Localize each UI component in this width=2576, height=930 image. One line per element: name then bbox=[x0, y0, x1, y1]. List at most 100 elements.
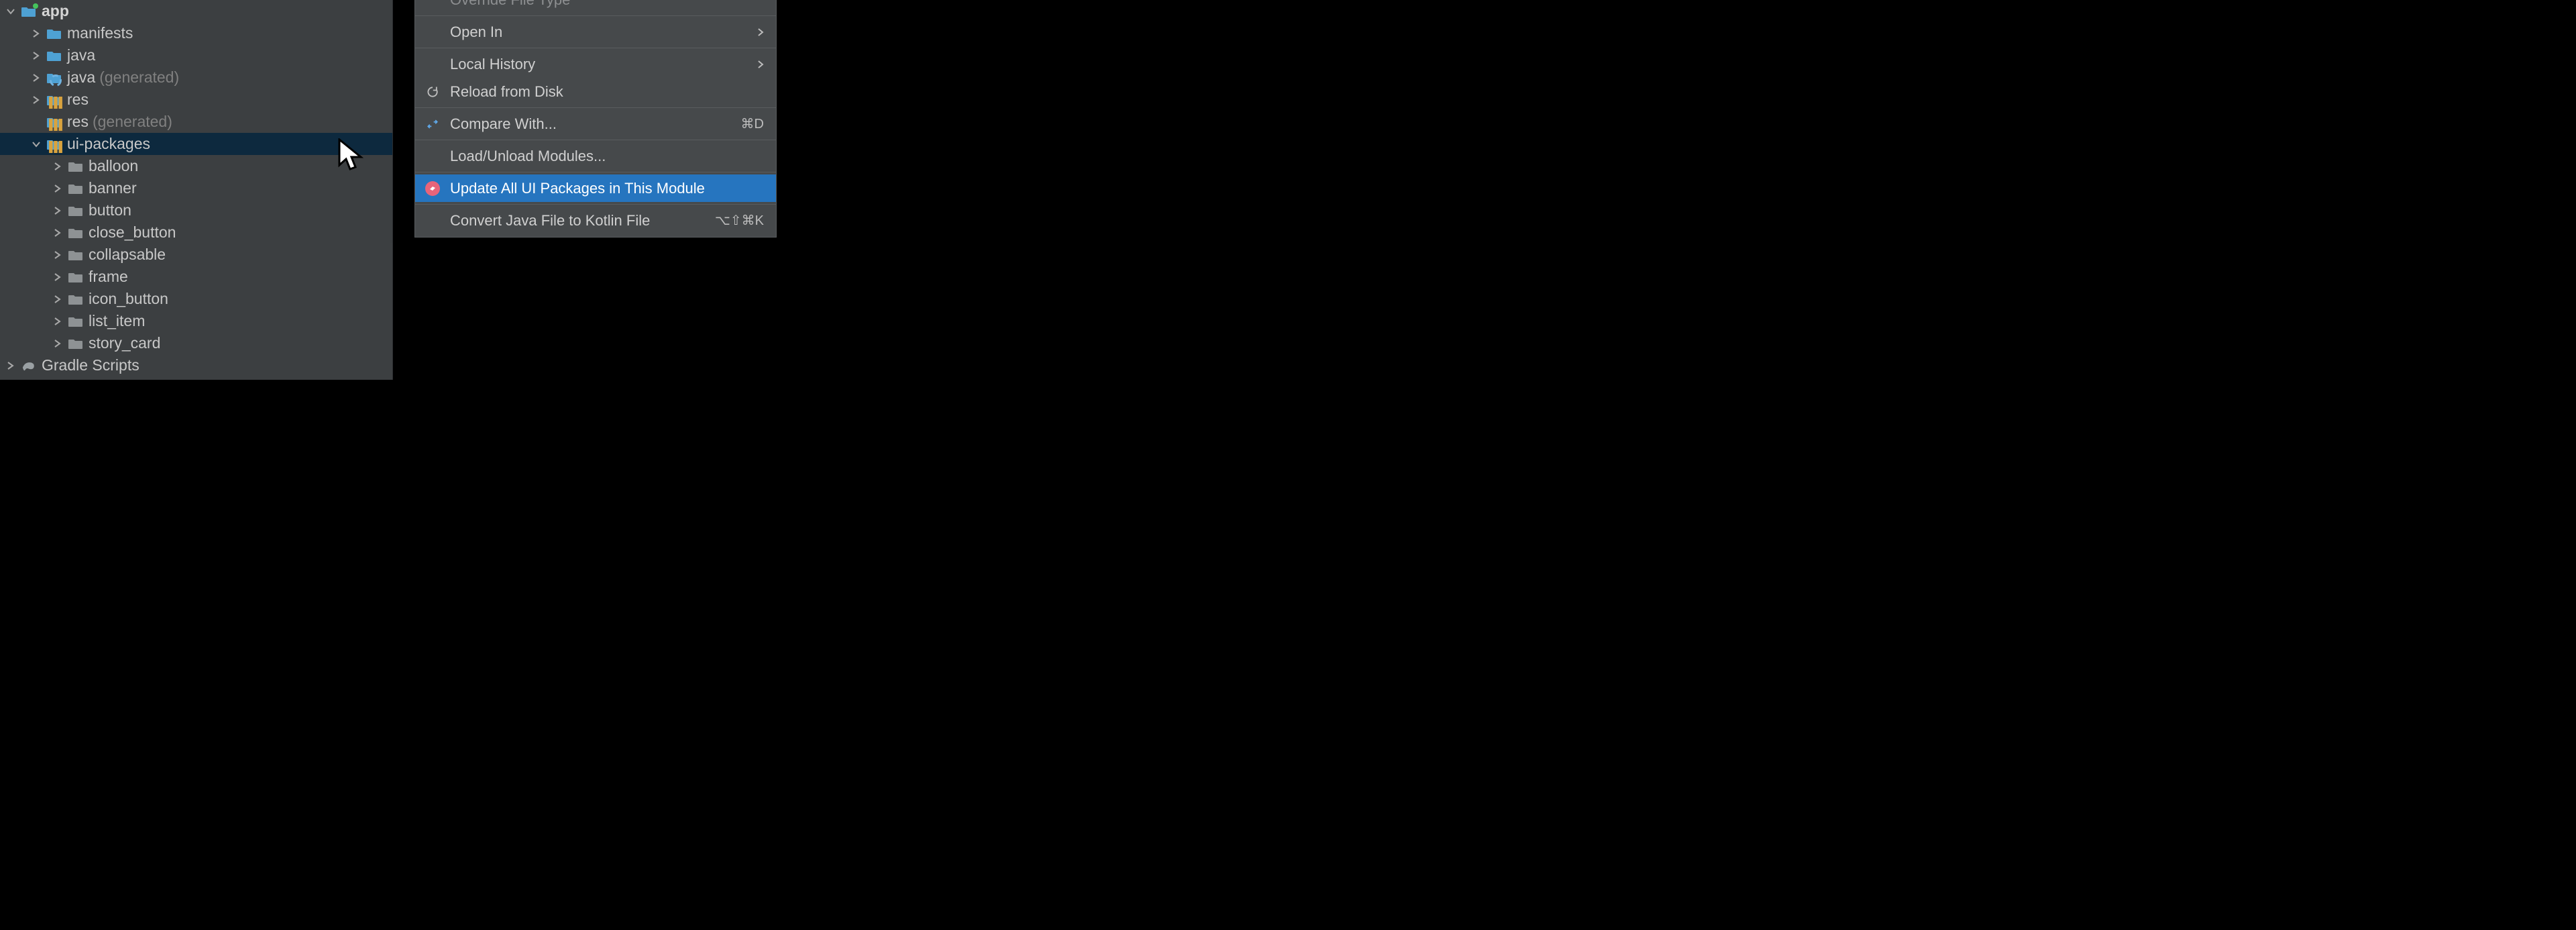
tree-label: close_button bbox=[89, 223, 176, 242]
tree-node-story-card[interactable]: story_card bbox=[0, 332, 392, 354]
resource-folder-icon bbox=[47, 137, 62, 152]
chevron-right-icon[interactable] bbox=[31, 74, 42, 82]
resource-folder-icon bbox=[47, 115, 62, 130]
tree-label: Gradle Scripts bbox=[42, 356, 139, 374]
tree-suffix: (generated) bbox=[99, 68, 179, 87]
tree-node-banner[interactable]: banner bbox=[0, 177, 392, 199]
chevron-right-icon[interactable] bbox=[52, 251, 63, 259]
folder-icon bbox=[68, 270, 83, 285]
menu-label: Compare With... bbox=[450, 115, 741, 133]
menu-item-convert-to-kotlin[interactable]: Convert Java File to Kotlin File ⌥⇧⌘K bbox=[415, 207, 776, 234]
submenu-arrow-icon bbox=[757, 56, 764, 73]
tree-node-list-item[interactable]: list_item bbox=[0, 310, 392, 332]
tree-label: ui-packages bbox=[67, 135, 150, 153]
chevron-right-icon[interactable] bbox=[52, 185, 63, 193]
menu-shortcut: ⌥⇧⌘K bbox=[715, 212, 764, 229]
tree-label: java bbox=[67, 68, 95, 87]
tree-label: icon_button bbox=[89, 290, 168, 308]
tree-label: list_item bbox=[89, 312, 145, 330]
folder-icon bbox=[47, 26, 62, 41]
tree-label: balloon bbox=[89, 157, 138, 175]
generated-folder-icon bbox=[47, 70, 62, 85]
menu-label: Load/Unload Modules... bbox=[450, 148, 764, 165]
resource-folder-icon bbox=[47, 93, 62, 107]
chevron-right-icon[interactable] bbox=[31, 96, 42, 104]
tree-label: manifests bbox=[67, 24, 133, 42]
menu-item-load-unload-modules[interactable]: Load/Unload Modules... bbox=[415, 142, 776, 170]
tree-label: banner bbox=[89, 179, 137, 197]
menu-label: Convert Java File to Kotlin File bbox=[450, 212, 715, 229]
gradle-icon bbox=[21, 358, 36, 373]
chevron-right-icon[interactable] bbox=[52, 162, 63, 170]
chevron-down-icon[interactable] bbox=[31, 140, 42, 148]
menu-item-local-history[interactable]: Local History bbox=[415, 50, 776, 78]
tree-node-gradle-scripts[interactable]: Gradle Scripts bbox=[0, 354, 392, 376]
chevron-down-icon[interactable] bbox=[5, 7, 16, 15]
context-menu: Override File Type Open In Local History… bbox=[414, 0, 777, 238]
chevron-right-icon[interactable] bbox=[5, 362, 16, 370]
folder-icon bbox=[68, 336, 83, 351]
tree-node-frame[interactable]: frame bbox=[0, 266, 392, 288]
menu-shortcut: ⌘D bbox=[741, 115, 764, 132]
project-tree-panel: app manifests java java (generated) res bbox=[0, 0, 393, 380]
chevron-right-icon[interactable] bbox=[31, 30, 42, 38]
tree-label: story_card bbox=[89, 334, 160, 352]
folder-icon bbox=[68, 181, 83, 196]
tree-label: java bbox=[67, 46, 95, 64]
chevron-right-icon[interactable] bbox=[31, 52, 42, 60]
resource-bars-icon bbox=[48, 141, 63, 153]
tree-node-icon-button[interactable]: icon_button bbox=[0, 288, 392, 310]
tree-node-java-generated[interactable]: java (generated) bbox=[0, 66, 392, 89]
menu-label: Local History bbox=[450, 56, 757, 73]
folder-icon bbox=[68, 314, 83, 329]
menu-label: Override File Type bbox=[450, 0, 764, 9]
tree-label: app bbox=[42, 2, 69, 20]
tree-node-app[interactable]: app bbox=[0, 0, 392, 22]
reload-icon bbox=[425, 84, 441, 100]
compare-icon bbox=[425, 116, 441, 132]
folder-icon bbox=[68, 203, 83, 218]
menu-separator bbox=[415, 107, 776, 108]
chevron-right-icon[interactable] bbox=[52, 229, 63, 237]
tree-label: res bbox=[67, 91, 89, 109]
menu-label: Open In bbox=[450, 23, 757, 41]
chevron-right-icon[interactable] bbox=[52, 340, 63, 348]
figma-relay-icon bbox=[425, 180, 441, 197]
tree-node-button[interactable]: button bbox=[0, 199, 392, 221]
menu-item-open-in[interactable]: Open In bbox=[415, 18, 776, 46]
folder-icon bbox=[68, 248, 83, 262]
resource-bars-icon bbox=[48, 97, 63, 109]
folder-icon bbox=[47, 48, 62, 63]
tree-suffix: (generated) bbox=[93, 113, 172, 131]
submenu-arrow-icon bbox=[757, 23, 764, 41]
menu-item-update-ui-packages[interactable]: Update All UI Packages in This Module bbox=[415, 174, 776, 202]
tree-node-collapsable[interactable]: collapsable bbox=[0, 244, 392, 266]
chevron-right-icon[interactable] bbox=[52, 273, 63, 281]
chevron-right-icon[interactable] bbox=[52, 207, 63, 215]
tree-label: res bbox=[67, 113, 89, 131]
module-dot-icon bbox=[33, 3, 38, 9]
tree-node-balloon[interactable]: balloon bbox=[0, 155, 392, 177]
menu-item-reload-from-disk[interactable]: Reload from Disk bbox=[415, 78, 776, 105]
tree-node-manifests[interactable]: manifests bbox=[0, 22, 392, 44]
folder-icon bbox=[68, 292, 83, 307]
menu-label: Update All UI Packages in This Module bbox=[450, 180, 764, 197]
folder-icon bbox=[68, 225, 83, 240]
chevron-right-icon[interactable] bbox=[52, 317, 63, 325]
spinner-icon bbox=[48, 74, 63, 87]
tree-node-res[interactable]: res bbox=[0, 89, 392, 111]
tree-label: frame bbox=[89, 268, 128, 286]
tree-label: button bbox=[89, 201, 131, 219]
folder-icon bbox=[68, 159, 83, 174]
menu-item-override-file-type[interactable]: Override File Type bbox=[415, 0, 776, 13]
menu-label: Reload from Disk bbox=[450, 83, 764, 101]
tree-node-java[interactable]: java bbox=[0, 44, 392, 66]
menu-item-compare-with[interactable]: Compare With... ⌘D bbox=[415, 110, 776, 138]
chevron-right-icon[interactable] bbox=[52, 295, 63, 303]
tree-node-close-button[interactable]: close_button bbox=[0, 221, 392, 244]
resource-bars-icon bbox=[48, 119, 63, 131]
tree-node-res-generated[interactable]: res (generated) bbox=[0, 111, 392, 133]
menu-separator bbox=[415, 204, 776, 205]
tree-label: collapsable bbox=[89, 246, 166, 264]
tree-node-ui-packages[interactable]: ui-packages bbox=[0, 133, 392, 155]
